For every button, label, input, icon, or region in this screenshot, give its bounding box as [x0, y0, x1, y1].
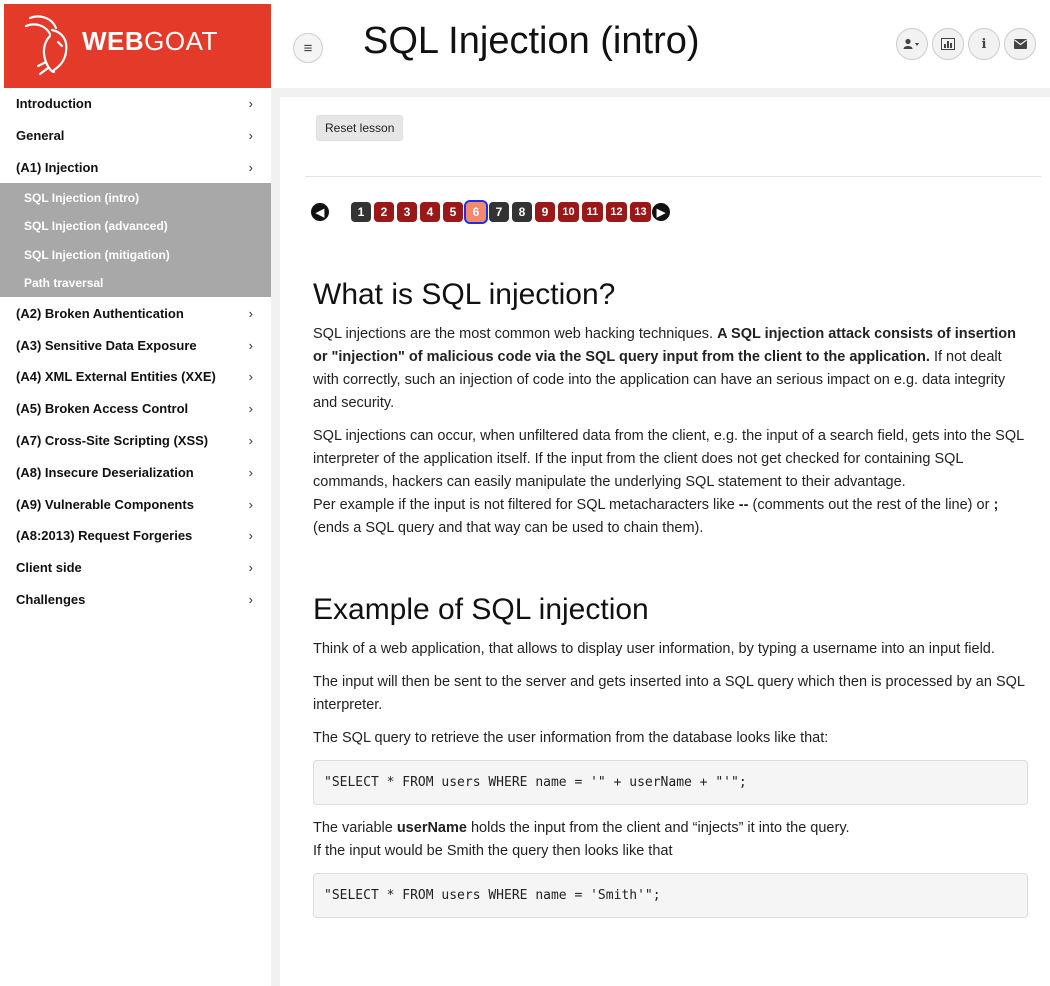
sidebar-category-label: (A3) Sensitive Data Exposure	[16, 337, 197, 353]
paragraph: The input will then be sent to the serve…	[313, 674, 1025, 713]
envelope-icon	[1013, 39, 1027, 49]
page-button[interactable]: 12	[606, 202, 627, 222]
section-heading: What is SQL injection?	[313, 278, 616, 311]
about-button[interactable]: i	[968, 28, 1000, 60]
hamburger-icon: ≡	[303, 39, 313, 57]
sidebar-category[interactable]: (A7) Cross-Site Scripting (XSS) ›	[0, 425, 271, 457]
chevron-right-icon: ›	[248, 591, 253, 607]
user-menu-button[interactable]	[896, 28, 928, 60]
paragraph: Per example if the input is not filtered…	[313, 497, 999, 536]
chart-icon	[941, 38, 955, 50]
sidebar-category-label: (A5) Broken Access Control	[16, 401, 189, 417]
chevron-right-icon: ›	[248, 96, 253, 112]
page-button[interactable]: 9	[535, 202, 555, 222]
sidebar-category[interactable]: (A2) Broken Authentication ›	[0, 297, 271, 329]
page-button[interactable]: 1	[351, 202, 371, 222]
sidebar-category[interactable]: Client side ›	[0, 552, 271, 584]
sidebar-category[interactable]: (A9) Vulnerable Components ›	[0, 488, 271, 520]
chevron-right-icon: ›	[248, 337, 253, 353]
sidebar-lesson-link[interactable]: SQL Injection (mitigation)	[0, 240, 271, 269]
sidebar-category-label: Client side	[16, 560, 82, 576]
sidebar-category-label: (A9) Vulnerable Components	[16, 496, 194, 512]
chevron-right-icon: ›	[248, 159, 253, 175]
sidebar-lesson-link[interactable]: SQL Injection (advanced)	[0, 212, 271, 241]
paragraph: Think of a web application, that allows …	[313, 641, 995, 657]
code-block: "SELECT * FROM users WHERE name = 'Smith…	[313, 873, 1028, 918]
section-heading: Example of SQL injection	[313, 593, 649, 626]
injection-submenu: SQL Injection (intro) SQL Injection (adva…	[0, 183, 271, 298]
sidebar-category-label: Introduction	[16, 96, 92, 112]
sidebar-category-label: (A8) Insecure Deserialization	[16, 464, 194, 480]
chevron-right-icon: ›	[248, 369, 253, 385]
chevron-right-icon: ›	[248, 401, 253, 417]
webgoat-logo[interactable]: WEBGOAT	[4, 4, 271, 88]
previous-page-arrow-icon[interactable]: ◀	[311, 203, 329, 221]
chevron-right-icon: ›	[248, 305, 253, 321]
sidebar-lesson-link[interactable]: Path traversal	[0, 269, 271, 298]
paragraph: The SQL query to retrieve the user infor…	[313, 730, 829, 746]
sidebar-category-label: (A2) Broken Authentication	[16, 305, 184, 321]
sidebar-category[interactable]: (A3) Sensitive Data Exposure ›	[0, 329, 271, 361]
info-icon: i	[981, 36, 987, 52]
sidebar-category-label: (A1) Injection	[16, 159, 99, 175]
sidebar-category[interactable]: General ›	[0, 120, 271, 152]
messages-button[interactable]	[1004, 28, 1036, 60]
lesson-pagination: ◀ 1 2 3 4 5 6 7 8 9 10 11 12 13 ▶	[311, 200, 670, 224]
page-button[interactable]: 10	[558, 202, 579, 222]
sidebar-category[interactable]: (A8) Insecure Deserialization ›	[0, 456, 271, 488]
report-card-button[interactable]	[932, 28, 964, 60]
page-button[interactable]: 13	[630, 202, 651, 222]
sidebar-lesson-link[interactable]: SQL Injection (intro)	[0, 183, 271, 212]
page-button[interactable]: 4	[420, 202, 440, 222]
menu-toggle-button[interactable]: ≡	[293, 33, 323, 63]
code-block: "SELECT * FROM users WHERE name = '" + u…	[313, 760, 1028, 805]
header-toolbar: i	[896, 28, 1036, 60]
chevron-right-icon: ›	[248, 432, 253, 448]
sidebar-category-label: (A4) XML External Entities (XXE)	[16, 369, 216, 385]
paragraph: If the input would be Smith the query th…	[313, 843, 673, 859]
next-page-arrow-icon[interactable]: ▶	[652, 203, 670, 221]
lesson-article: What is SQL injection? SQL injections ar…	[313, 277, 1028, 930]
sidebar-category[interactable]: Challenges ›	[0, 584, 271, 616]
sidebar-category[interactable]: (A4) XML External Entities (XXE) ›	[0, 361, 271, 393]
page-button[interactable]: 11	[582, 202, 603, 222]
paragraph: The variable userName holds the input fr…	[313, 820, 850, 836]
chevron-right-icon: ›	[248, 464, 253, 480]
lesson-content: Reset lesson ◀ 1 2 3 4 5 6 7 8 9 10 11 12 13 ▶ What …	[280, 97, 1050, 986]
page-button[interactable]: 3	[397, 202, 417, 222]
chevron-right-icon: ›	[248, 528, 253, 544]
page-button[interactable]: 5	[443, 202, 463, 222]
current-page-button[interactable]: 6	[464, 200, 488, 224]
lesson-toolbar: Reset lesson	[305, 105, 1041, 177]
page-title: SQL Injection (intro)	[363, 20, 700, 62]
chevron-right-icon: ›	[248, 560, 253, 576]
chevron-right-icon: ›	[248, 496, 253, 512]
chevron-right-icon: ›	[248, 128, 253, 144]
page-button[interactable]: 7	[489, 202, 509, 222]
brand-name: WEBGOAT	[82, 26, 218, 56]
reset-lesson-button[interactable]: Reset lesson	[316, 115, 404, 141]
sidebar-category-label: (A8:2013) Request Forgeries	[16, 528, 193, 544]
top-header: ≡ SQL Injection (intro) i	[271, 0, 1050, 88]
goat-icon	[24, 15, 68, 76]
user-icon	[903, 38, 919, 49]
sidebar-category[interactable]: (A1) Injection ›	[0, 152, 271, 184]
sidebar-category[interactable]: Introduction ›	[0, 88, 271, 120]
page-button[interactable]: 2	[374, 202, 394, 222]
sidebar-category[interactable]: (A8:2013) Request Forgeries ›	[0, 520, 271, 552]
lesson-nav: Introduction › General › (A1) Injection › SQL …	[0, 88, 271, 615]
paragraph: SQL injections can occur, when unfiltere…	[313, 428, 1024, 490]
sidebar-category-label: General	[16, 128, 65, 144]
paragraph: SQL injections are the most common web h…	[313, 326, 1016, 411]
sidebar: WEBGOAT Introduction › General › (A1) Inject…	[0, 0, 271, 986]
sidebar-category-label: Challenges	[16, 591, 86, 607]
page-list: 1 2 3 4 5 6 7 8 9 10 11 12 13	[351, 200, 654, 224]
page-button[interactable]: 8	[512, 202, 532, 222]
sidebar-category-label: (A7) Cross-Site Scripting (XSS)	[16, 432, 209, 448]
sidebar-category[interactable]: (A5) Broken Access Control ›	[0, 393, 271, 425]
